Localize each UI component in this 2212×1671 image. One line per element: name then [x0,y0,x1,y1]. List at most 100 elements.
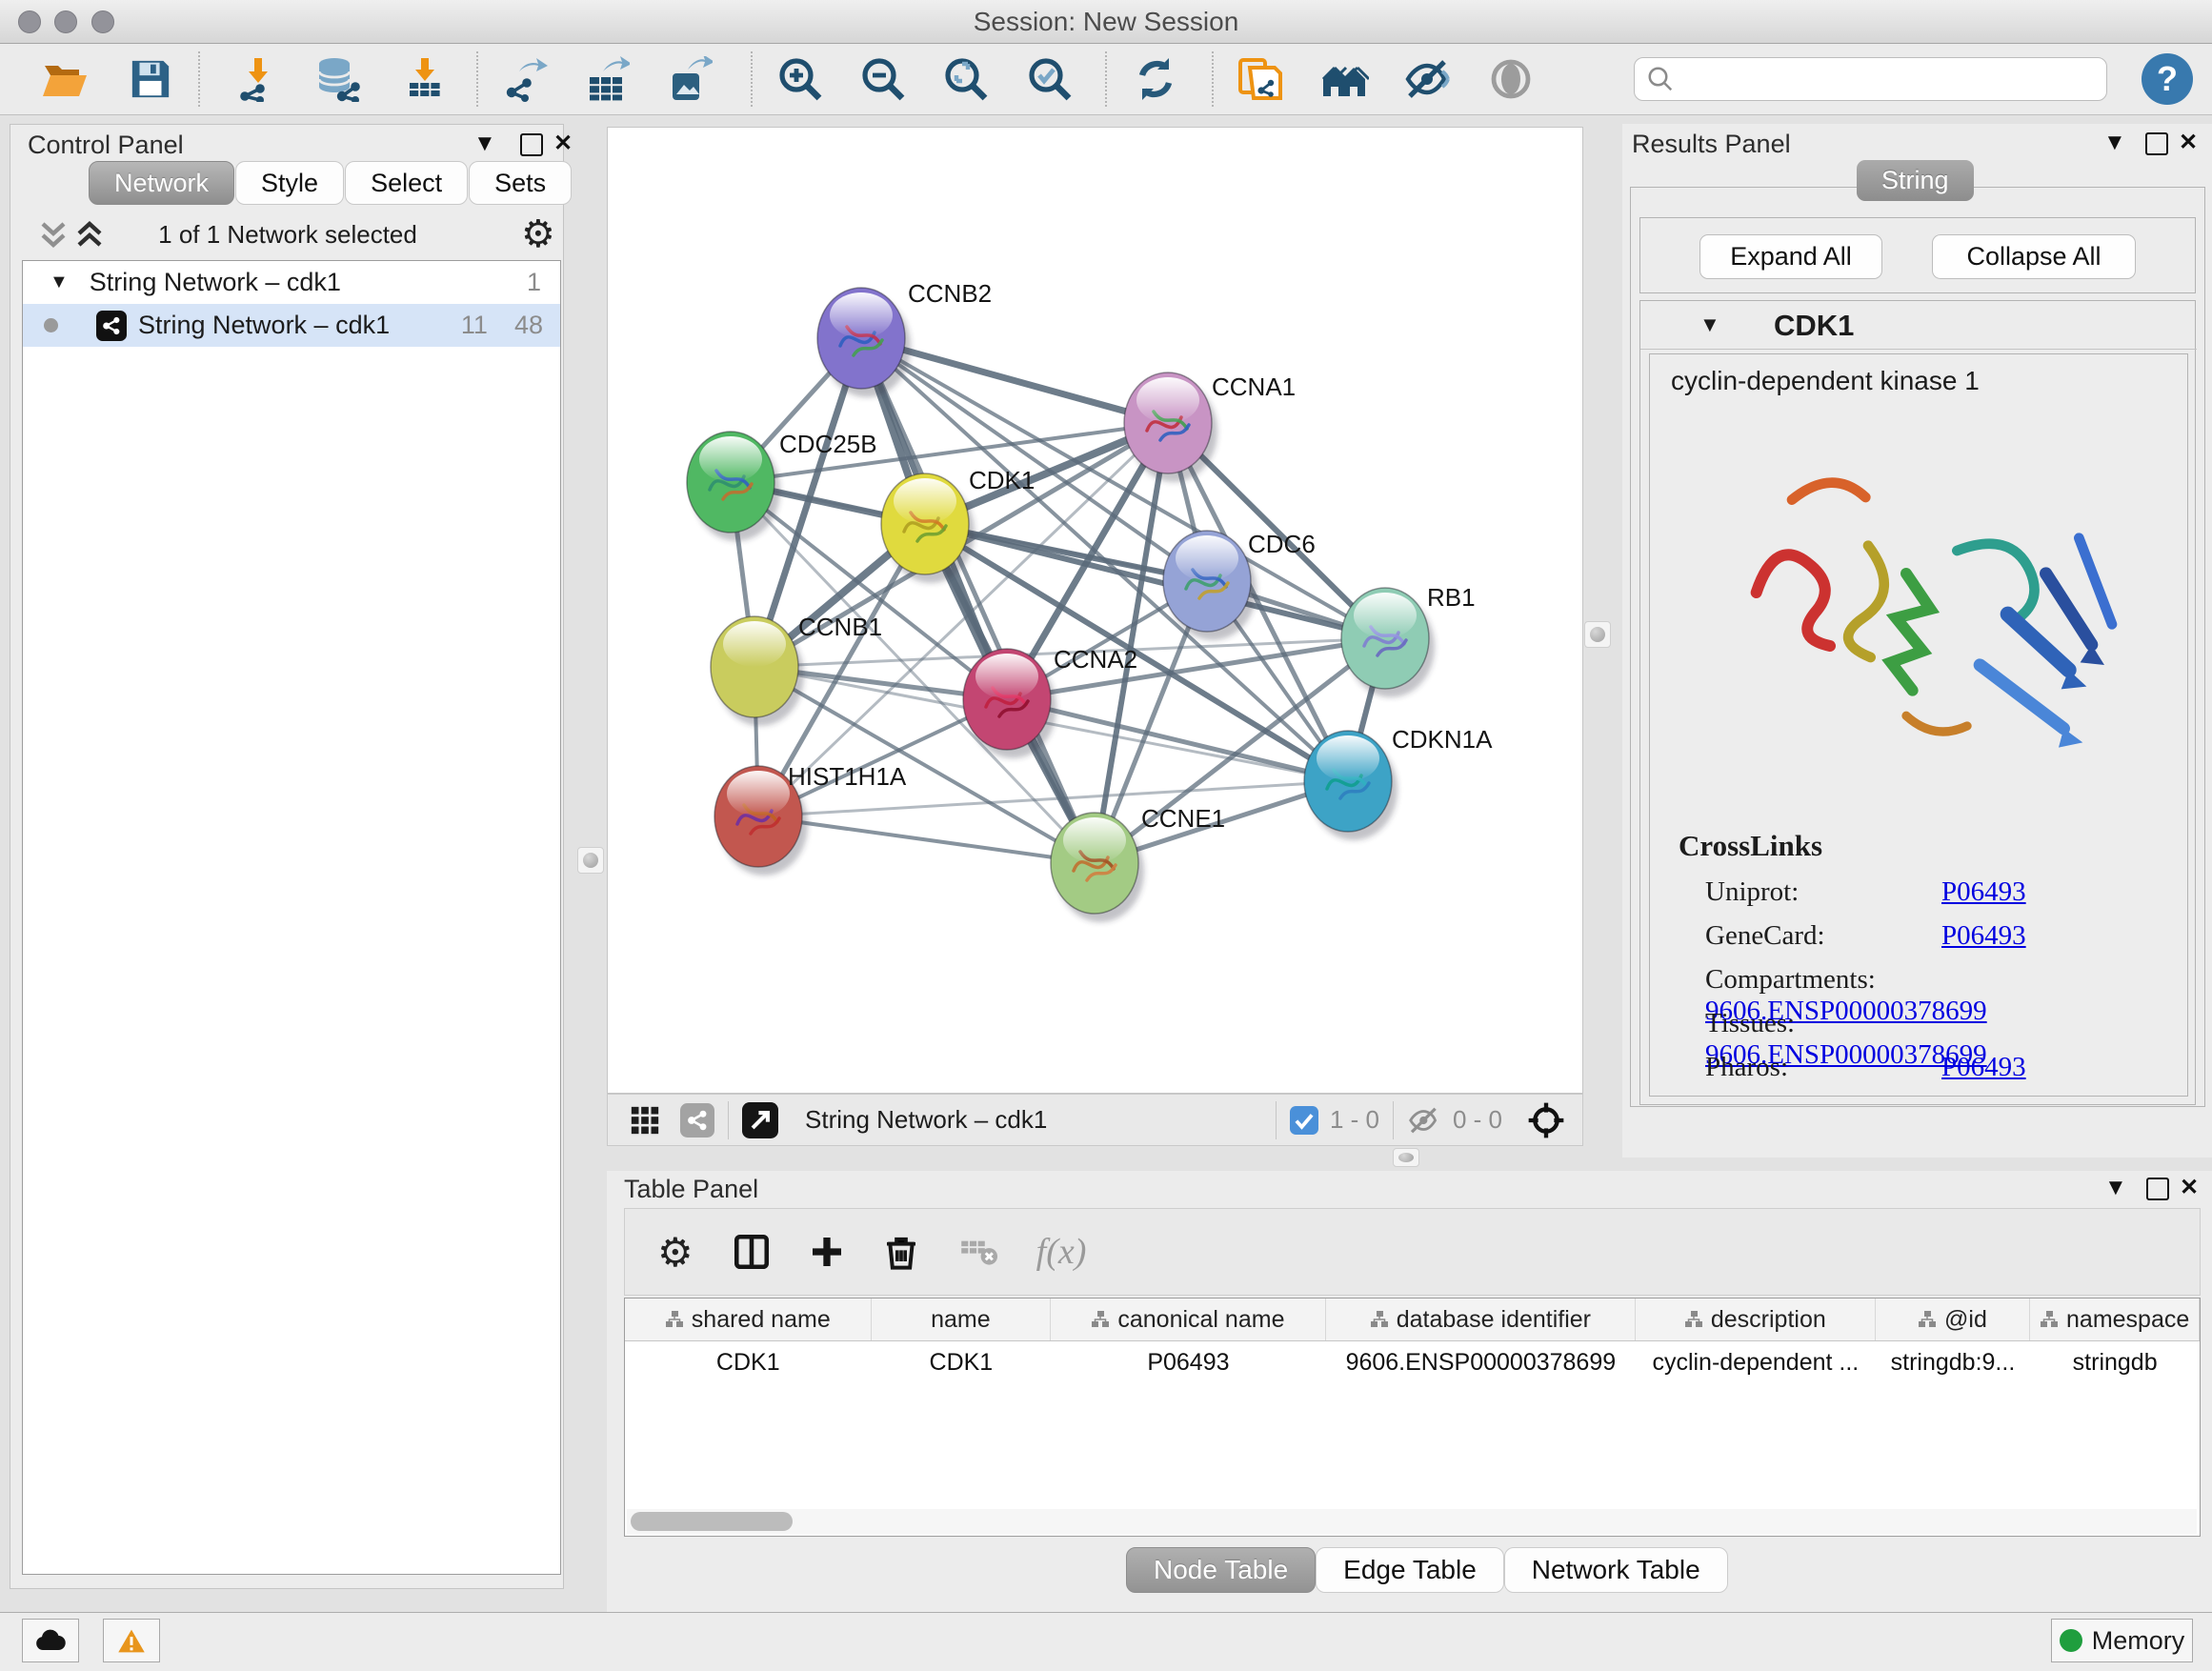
import-network-icon[interactable] [231,52,285,106]
cloud-status-button[interactable] [22,1619,79,1662]
hidden-eye-icon[interactable] [1407,1106,1441,1135]
zoom-in-icon[interactable] [774,52,827,106]
table-panel-close-icon[interactable]: ✕ [2180,1177,2199,1199]
network-node[interactable]: HIST1H1A [714,762,907,876]
selected-checkbox-icon[interactable] [1290,1106,1318,1135]
network-tree: ▼ String Network – cdk1 1 String Network… [22,260,561,1575]
column-header[interactable]: description [1636,1299,1876,1340]
zoom-out-icon[interactable] [856,52,910,106]
tab-network-table[interactable]: Network Table [1504,1547,1728,1593]
toolbar-search-field[interactable] [1634,57,2107,101]
shared-column-icon [665,1310,684,1329]
network-node-label: RB1 [1427,583,1476,612]
network-edge[interactable] [925,524,1385,638]
table-panel-float-icon[interactable] [2146,1178,2169,1200]
table-panel-menu-icon[interactable]: ▼ [2104,1177,2127,1199]
hide-glass-icon[interactable] [1401,52,1455,106]
column-header[interactable]: shared name [625,1299,872,1340]
tab-edge-table[interactable]: Edge Table [1316,1547,1504,1593]
tab-style[interactable]: Style [235,161,344,205]
crosslink-link[interactable]: P06493 [1941,876,2026,907]
table-cell[interactable]: 9606.ENSP00000378699 [1326,1341,1636,1383]
table-header-row: shared namenamecanonical namedatabase id… [625,1299,2200,1341]
network-view-icon[interactable] [680,1103,714,1137]
crosslink-label: Uniprot: [1705,876,1941,908]
export-network-icon[interactable] [498,52,552,106]
warnings-button[interactable] [103,1619,160,1662]
memory-button[interactable]: Memory [2051,1619,2193,1662]
network-node[interactable]: CCNA2 [963,645,1137,758]
control-panel-menu-icon[interactable]: ▼ [473,132,496,155]
detach-view-icon[interactable] [742,1102,778,1138]
stringify-houses-icon[interactable] [1317,52,1371,106]
tab-sets[interactable]: Sets [469,161,572,205]
zoom-fit-icon[interactable] [939,52,993,106]
control-panel-close-icon[interactable]: ✕ [553,132,573,155]
zoom-selected-icon[interactable] [1023,52,1076,106]
column-header[interactable]: canonical name [1051,1299,1325,1340]
scrollbar-thumb[interactable] [631,1512,793,1531]
network-node[interactable]: RB1 [1341,583,1476,697]
table-cell[interactable]: stringdb [2030,1341,2200,1383]
network-options-gear-icon[interactable]: ⚙ [521,212,555,256]
bottom-splitter-handle[interactable] [1393,1148,1419,1167]
crosslink-link[interactable]: P06493 [1941,920,2026,951]
show-columns-icon[interactable] [732,1232,772,1272]
control-panel-float-icon[interactable] [520,133,543,156]
table-cell[interactable]: CDK1 [872,1341,1052,1383]
network-node[interactable]: CDKN1A [1304,725,1493,840]
results-panel-menu-icon[interactable]: ▼ [2103,131,2126,154]
export-table-icon[interactable] [580,52,633,106]
shared-column-icon [1370,1310,1389,1329]
column-header[interactable]: name [872,1299,1052,1340]
refresh-layout-icon[interactable] [1129,52,1182,106]
table-cell[interactable]: P06493 [1051,1341,1325,1383]
tab-select[interactable]: Select [345,161,468,205]
crosslinks-title: CrossLinks [1679,829,1822,863]
expand-all-button[interactable]: Expand All [1699,234,1882,279]
results-panel-close-icon[interactable]: ✕ [2179,131,2198,154]
column-header[interactable]: @id [1876,1299,2031,1340]
help-button[interactable]: ? [2142,53,2193,105]
left-splitter-handle[interactable] [577,847,604,874]
network-canvas[interactable]: CCNB2CCNA1CDC25BCDK1CDC6RB1CCNB1CCNA2CDK… [607,127,1583,1094]
new-network-from-selection-icon[interactable] [1233,52,1286,106]
add-column-icon[interactable] [808,1233,846,1271]
right-splitter-handle[interactable] [1584,621,1611,648]
tab-network[interactable]: Network [89,161,234,205]
collapse-all-button[interactable]: Collapse All [1932,234,2136,279]
function-builder-icon[interactable]: f(x) [1036,1231,1087,1273]
memory-label: Memory [2092,1626,2185,1656]
collection-expander-icon[interactable]: ▼ [50,272,69,293]
entry-expander-icon[interactable]: ▼ [1699,312,1720,337]
import-network-from-database-icon[interactable] [311,52,364,106]
results-panel-float-icon[interactable] [2145,132,2168,155]
delete-column-icon[interactable] [882,1233,920,1271]
tab-string[interactable]: String [1857,160,1974,201]
table-row[interactable]: CDK1CDK1P064939606.ENSP00000378699cyclin… [625,1341,2200,1383]
delete-table-icon[interactable] [958,1235,998,1269]
birdseye-view-icon[interactable] [1527,1101,1565,1139]
network-collection-row[interactable]: ▼ String Network – cdk1 1 [23,261,560,304]
crosslink-link[interactable]: P06493 [1941,1052,2026,1082]
memory-status-dot-icon [2060,1629,2082,1652]
column-header[interactable]: database identifier [1326,1299,1636,1340]
table-options-gear-icon[interactable]: ⚙ [657,1229,694,1276]
table-horizontal-scrollbar[interactable] [627,1509,2197,1534]
open-session-icon[interactable] [38,52,91,106]
tab-node-table[interactable]: Node Table [1126,1547,1316,1593]
network-node[interactable]: CDK1 [881,466,1035,583]
import-table-icon[interactable] [398,52,452,106]
network-edge[interactable] [758,816,1095,863]
export-image-icon[interactable] [663,52,716,106]
save-session-icon[interactable] [124,52,177,106]
table-cell[interactable]: stringdb:9... [1876,1341,2031,1383]
table-cell[interactable]: cyclin-dependent ... [1636,1341,1876,1383]
grid-view-icon[interactable] [629,1104,661,1137]
table-cell[interactable]: CDK1 [625,1341,872,1383]
network-row[interactable]: String Network – cdk1 11 48 [23,304,560,347]
column-header[interactable]: namespace [2030,1299,2200,1340]
show-glass-icon[interactable] [1484,52,1538,106]
toolbar-separator [476,51,478,107]
network-node[interactable]: CCNE1 [1051,804,1225,922]
